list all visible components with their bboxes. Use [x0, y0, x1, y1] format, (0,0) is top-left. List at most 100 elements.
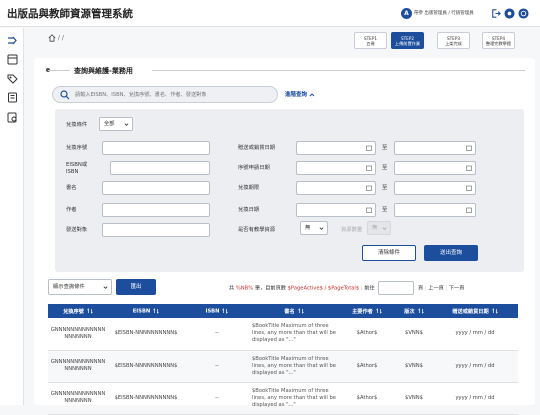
tag-icon[interactable] — [6, 72, 19, 85]
theme-icon[interactable] — [518, 8, 529, 19]
settings-icon[interactable] — [504, 8, 515, 19]
column-header[interactable]: EISBN — [108, 304, 184, 318]
expire-from-input[interactable] — [296, 181, 376, 195]
app-header: 出版品與教師資源管理系統 A 帶參 出版管理員 / 行銷管理員 — [0, 0, 540, 27]
resource-count-label: 資源數量 — [341, 227, 363, 233]
field-label: EISBN或ISBN — [66, 162, 88, 175]
next-page-link[interactable]: 下一頁 — [449, 286, 465, 292]
search-box — [52, 86, 278, 103]
user-name[interactable]: 帶參 出版管理員 / 行銷管理員 — [414, 10, 474, 16]
logout-icon[interactable] — [490, 8, 501, 19]
expire-to-input[interactable] — [394, 181, 476, 195]
breadcrumb-separator: / — [57, 34, 60, 42]
condition-select[interactable]: 全部 — [99, 117, 133, 131]
apply-from-input[interactable] — [296, 161, 376, 175]
current-page: $PageActive$ — [287, 285, 323, 292]
resource-select[interactable]: 無 — [300, 221, 328, 235]
chevron-down-icon — [382, 227, 387, 230]
sort-icon — [153, 307, 159, 314]
goto-label: 前往 — [364, 285, 375, 292]
to-label: 至 — [382, 165, 388, 171]
column-header[interactable]: 主要作者 — [338, 304, 396, 318]
field-label: 序號申請日期 — [238, 165, 270, 171]
window-icon[interactable] — [6, 53, 19, 66]
page-input[interactable] — [378, 281, 415, 295]
title-cell: $BookTitle Maximum of three lines, any m… — [250, 382, 338, 415]
column-header[interactable]: ISBN — [184, 304, 250, 318]
divider — [48, 70, 70, 71]
eisbn-cell: $EISBN-NNNNNNNNNN$ — [108, 382, 184, 415]
field-label: 作者 — [66, 207, 77, 213]
field-label: 兌換期限 — [238, 185, 260, 191]
edition-cell: $VNN$ — [396, 350, 432, 383]
field-label: 贈送或銷貨日期 — [238, 145, 276, 151]
step-1[interactable]: STEP1 五冊 — [354, 32, 387, 49]
display-conditions-select[interactable]: 顯示查詢條件 — [48, 279, 112, 295]
submit-query-button[interactable]: 送出查詢 — [424, 245, 478, 261]
field-label: 書名 — [66, 185, 77, 191]
advanced-search-toggle[interactable]: 進階查詢 — [285, 90, 315, 98]
apply-to-input[interactable] — [394, 161, 476, 175]
column-header[interactable]: 兌換序號 — [48, 304, 108, 318]
resource-count-select[interactable]: 無 — [367, 221, 391, 235]
sort-icon — [222, 307, 229, 314]
pagination: 共 %NB% 筆，目前頁數 $PageActive$ / $PageTotal$… — [229, 281, 464, 295]
eisbn-cell: $EISBN-NNNNNNNNNN$ — [108, 318, 184, 351]
column-header[interactable]: 書名 — [250, 304, 338, 318]
field-label: 兌換日期 — [238, 207, 260, 213]
step-3[interactable]: STEP3 上架完成 — [437, 32, 470, 49]
date-to-input[interactable] — [394, 141, 476, 155]
book-icon[interactable] — [6, 91, 19, 104]
isbn-input[interactable] — [110, 161, 210, 175]
to-label: 至 — [382, 207, 388, 213]
expand-icon[interactable] — [6, 34, 19, 47]
sidebar — [0, 28, 24, 405]
table-row[interactable]: GNNNNNNNNNNNNNNNNNNNN $EISBN-NNNNNNNNNN$… — [48, 318, 518, 351]
field-label: 兌換序號 — [66, 145, 88, 151]
user-avatar[interactable]: A — [401, 8, 412, 19]
prev-page-link[interactable]: 上一頁 — [428, 286, 444, 292]
breadcrumb-separator: / — [61, 34, 64, 42]
date-cell: yyyy / mm / dd — [432, 318, 518, 351]
search-input[interactable] — [75, 90, 273, 100]
serial-input[interactable] — [102, 141, 210, 155]
app-title: 出版品與教師資源管理系統 — [7, 8, 133, 20]
calendar-icon — [366, 165, 372, 171]
search-record-icon[interactable] — [6, 111, 19, 124]
clear-conditions-button[interactable]: 清除條件 — [362, 245, 416, 261]
results-table: 兌換序號 EISBN ISBN 書名 主要作者 版次 贈送或銷貨日期 GNNNN… — [48, 304, 518, 415]
to-label: 至 — [382, 185, 388, 191]
serial-cell: GNNNNNNNNNNNNNNNNNNNN — [48, 350, 108, 383]
title-cell: $BookTitle Maximum of three lines, any m… — [250, 350, 338, 383]
pagination-prefix: 共 — [229, 285, 235, 292]
step-2[interactable]: STEP2 上傳前置作業 — [391, 32, 424, 49]
title-input[interactable] — [102, 181, 210, 195]
page-label: 頁 — [417, 285, 424, 292]
recipient-input[interactable] — [102, 223, 210, 237]
column-header[interactable]: 贈送或銷貨日期 — [432, 304, 518, 318]
search-icon[interactable] — [60, 90, 70, 100]
table-row[interactable]: GNNNNNNNNNNNNNNNNNNNN $EISBN-NNNNNNNNNN$… — [48, 382, 518, 415]
breadcrumb: / / — [48, 34, 64, 44]
home-icon[interactable] — [48, 34, 56, 42]
export-button[interactable]: 匯出 — [116, 279, 156, 295]
column-header[interactable]: 版次 — [396, 304, 432, 318]
chevron-down-icon — [319, 227, 324, 230]
title-cell: $BookTitle Maximum of three lines, any m… — [250, 318, 338, 351]
redeem-to-input[interactable] — [394, 203, 476, 217]
edition-cell: $VNN$ — [396, 382, 432, 415]
field-label: 是否有教學資源 — [238, 227, 276, 233]
calendar-icon — [366, 207, 372, 213]
edition-cell: $VNN$ — [396, 318, 432, 351]
total-pages: $PageTotal$ — [327, 285, 360, 292]
sort-icon — [87, 308, 93, 314]
step-4[interactable]: STEP4 整理完教學館 — [482, 32, 515, 49]
calendar-icon — [466, 207, 472, 213]
condition-label: 兌換條件 — [66, 122, 88, 128]
author-cell: $Athor$ — [338, 382, 396, 415]
date-from-input[interactable] — [296, 141, 376, 155]
table-row[interactable]: GNNNNNNNNNNNNNNNNNNNN $EISBN-NNNNNNNNNN$… — [48, 350, 518, 383]
author-input[interactable] — [102, 203, 210, 217]
serial-cell: GNNNNNNNNNNNNNNNNNNNN — [48, 382, 108, 415]
redeem-from-input[interactable] — [296, 203, 376, 217]
